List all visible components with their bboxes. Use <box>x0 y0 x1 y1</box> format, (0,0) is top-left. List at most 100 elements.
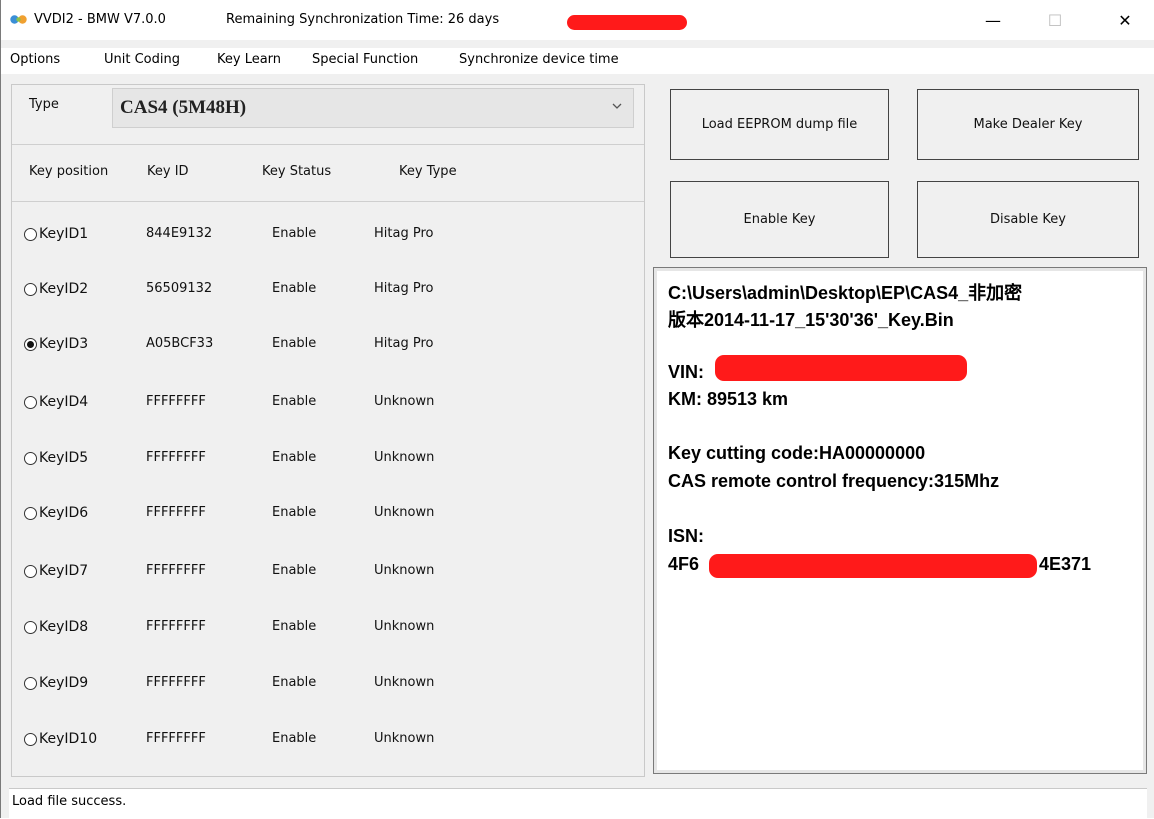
key-cutting-code: Key cutting code:HA00000000 <box>668 443 926 463</box>
menu-special-function[interactable]: Special Function <box>312 52 418 67</box>
key-status-cell: Enable <box>272 394 317 409</box>
key-id-cell: FFFFFFFF <box>146 675 206 690</box>
table-row[interactable]: KeyID7 FFFFFFFF Enable Unknown <box>12 544 644 600</box>
key-position-cell: KeyID10 <box>39 731 98 747</box>
key-id-cell: FFFFFFFF <box>146 563 206 578</box>
maximize-button[interactable]: ☐ <box>1032 0 1078 40</box>
radio-button[interactable] <box>24 228 37 241</box>
key-position-cell: KeyID4 <box>39 394 89 410</box>
key-status-cell: Enable <box>272 336 317 351</box>
key-position-cell: KeyID2 <box>39 281 89 297</box>
table-row[interactable]: KeyID3 A05BCF33 Enable Hitag Pro <box>12 317 644 373</box>
table-row[interactable]: KeyID1 844E9132 Enable Hitag Pro <box>12 207 644 263</box>
table-row[interactable]: KeyID10 FFFFFFFF Enable Unknown <box>12 712 644 768</box>
key-status-cell: Enable <box>272 563 317 578</box>
divider <box>12 201 644 202</box>
isn-suffix: 4E371 <box>1039 554 1092 574</box>
key-type-cell: Hitag Pro <box>374 281 434 296</box>
key-id-cell: 56509132 <box>146 281 213 296</box>
header-key-position: Key position <box>29 164 109 179</box>
key-position-cell: KeyID6 <box>39 505 89 521</box>
table-row[interactable]: KeyID2 56509132 Enable Hitag Pro <box>12 262 644 318</box>
isn-prefix: 4F6 <box>668 554 700 574</box>
redaction-mark <box>709 554 1037 578</box>
key-type-cell: Unknown <box>374 450 435 465</box>
file-path-line: C:\Users\admin\Desktop\EP\CAS4_非加密 <box>668 283 1023 303</box>
sync-time-text: Remaining Synchronization Time: 26 days <box>226 12 500 27</box>
file-path-line: 版本2014-11-17_15'30'36'_Key.Bin <box>668 310 954 330</box>
table-row[interactable]: KeyID4 FFFFFFFF Enable Unknown <box>12 375 644 431</box>
table-row[interactable]: KeyID6 FFFFFFFF Enable Unknown <box>12 486 644 542</box>
status-message: Load file success. <box>12 794 127 809</box>
divider <box>12 144 644 145</box>
chevron-down-icon <box>612 103 622 109</box>
key-position-cell: KeyID5 <box>39 450 89 466</box>
key-type-cell: Unknown <box>374 505 435 520</box>
radio-button[interactable] <box>24 733 37 746</box>
key-position-cell: KeyID1 <box>39 226 89 242</box>
km-value: KM: 89513 km <box>668 389 789 409</box>
key-id-cell: FFFFFFFF <box>146 505 206 520</box>
key-position-cell: KeyID8 <box>39 619 89 635</box>
disable-key-button[interactable]: Disable Key <box>917 181 1139 258</box>
key-type-cell: Unknown <box>374 675 435 690</box>
remote-frequency: CAS remote control frequency:315Mhz <box>668 471 1000 491</box>
key-id-cell: FFFFFFFF <box>146 731 206 746</box>
table-row[interactable]: KeyID5 FFFFFFFF Enable Unknown <box>12 431 644 487</box>
radio-button[interactable] <box>24 452 37 465</box>
key-type-cell: Unknown <box>374 394 435 409</box>
key-type-cell: Hitag Pro <box>374 226 434 241</box>
key-id-cell: 844E9132 <box>146 226 213 241</box>
key-status-cell: Enable <box>272 731 317 746</box>
menu-key-learn[interactable]: Key Learn <box>217 52 281 67</box>
window-title: VVDI2 - BMW V7.0.0 <box>34 12 166 27</box>
key-type-cell: Unknown <box>374 563 435 578</box>
close-button[interactable]: ✕ <box>1102 0 1148 40</box>
redaction-mark <box>715 355 967 381</box>
key-list-panel: Type CAS4 (5M48H) Key position Key ID Ke… <box>11 84 645 777</box>
type-dropdown[interactable]: CAS4 (5M48H) <box>112 88 634 128</box>
key-status-cell: Enable <box>272 450 317 465</box>
type-label: Type <box>29 97 59 112</box>
key-position-cell: KeyID9 <box>39 675 89 691</box>
table-row[interactable]: KeyID9 FFFFFFFF Enable Unknown <box>12 656 644 712</box>
key-id-cell: FFFFFFFF <box>146 394 206 409</box>
radio-button[interactable] <box>24 283 37 296</box>
radio-button-selected[interactable] <box>24 338 37 351</box>
header-key-id: Key ID <box>147 164 189 179</box>
radio-button[interactable] <box>24 677 37 690</box>
info-text-area[interactable]: C:\Users\admin\Desktop\EP\CAS4_非加密 版本201… <box>653 267 1147 774</box>
radio-button[interactable] <box>24 621 37 634</box>
key-status-cell: Enable <box>272 505 317 520</box>
menu-synchronize-device-time[interactable]: Synchronize device time <box>459 52 619 67</box>
key-position-cell: KeyID7 <box>39 563 89 579</box>
type-dropdown-value: CAS4 (5M48H) <box>120 97 247 118</box>
key-id-cell: FFFFFFFF <box>146 619 206 634</box>
header-key-type: Key Type <box>399 164 457 179</box>
key-type-cell: Unknown <box>374 619 435 634</box>
key-status-cell: Enable <box>272 226 317 241</box>
menu-unit-coding[interactable]: Unit Coding <box>104 52 180 67</box>
key-id-cell: A05BCF33 <box>146 336 214 351</box>
radio-button[interactable] <box>24 565 37 578</box>
isn-label: ISN: <box>668 526 704 546</box>
menu-bar: Options Unit Coding Key Learn Special Fu… <box>1 48 1154 74</box>
redaction-mark <box>567 15 687 30</box>
table-row[interactable]: KeyID8 FFFFFFFF Enable Unknown <box>12 600 644 656</box>
vin-label: VIN: <box>668 362 704 382</box>
key-type-cell: Unknown <box>374 731 435 746</box>
make-dealer-key-button[interactable]: Make Dealer Key <box>917 89 1139 160</box>
key-status-cell: Enable <box>272 619 317 634</box>
status-bar: Load file success. <box>9 788 1147 819</box>
radio-button[interactable] <box>24 507 37 520</box>
enable-key-button[interactable]: Enable Key <box>670 181 889 258</box>
key-type-cell: Hitag Pro <box>374 336 434 351</box>
app-window: VVDI2 - BMW V7.0.0 Remaining Synchroniza… <box>0 0 1154 819</box>
menu-options[interactable]: Options <box>10 52 60 67</box>
key-id-cell: FFFFFFFF <box>146 450 206 465</box>
radio-button[interactable] <box>24 396 37 409</box>
load-eeprom-button[interactable]: Load EEPROM dump file <box>670 89 889 160</box>
key-position-cell: KeyID3 <box>39 336 89 352</box>
title-bar[interactable]: VVDI2 - BMW V7.0.0 Remaining Synchroniza… <box>1 0 1154 40</box>
minimize-button[interactable]: — <box>970 0 1016 40</box>
